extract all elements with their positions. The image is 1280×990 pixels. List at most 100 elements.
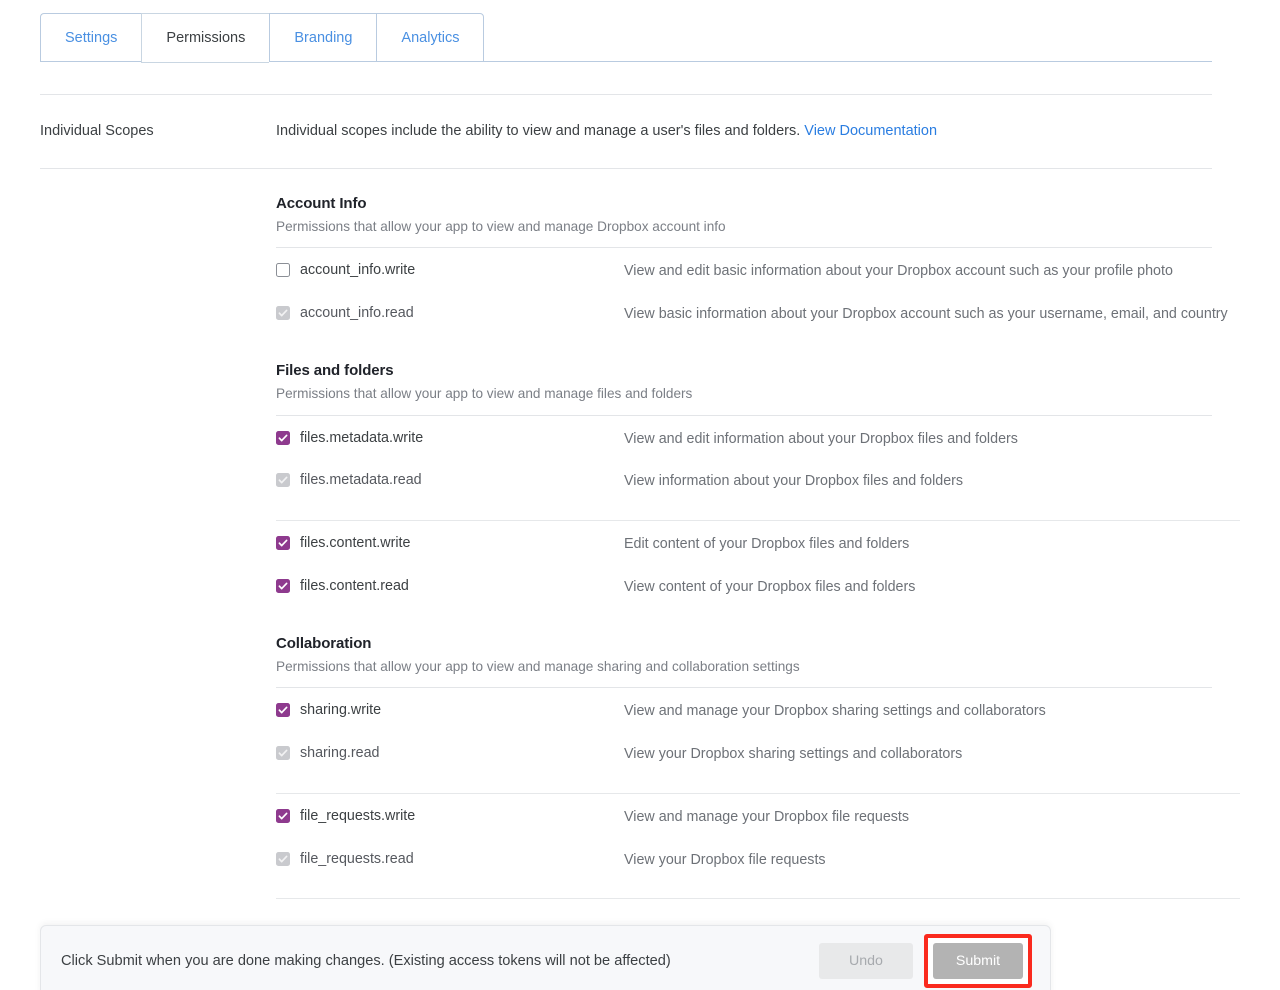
scope-section: Files and folders Permissions that allow … xyxy=(276,336,1240,609)
tab-settings[interactable]: Settings xyxy=(40,13,142,62)
scope-section-subtitle: Permissions that allow your app to view … xyxy=(276,386,693,402)
scope-section-subtitle: Permissions that allow your app to view … xyxy=(276,219,726,235)
scope-item: file_requests.read View your Dropbox file… xyxy=(276,836,1240,883)
scope-section: Collaboration Permissions that allow your… xyxy=(276,609,1240,900)
scope-description: Edit content of your Dropbox files and f… xyxy=(624,535,910,552)
scope-checkbox-wrapper xyxy=(276,535,290,550)
check-icon xyxy=(278,855,288,863)
submit-button[interactable]: Submit xyxy=(933,943,1023,979)
tab-branding[interactable]: Branding xyxy=(269,13,377,62)
scope-checkbox-checked[interactable] xyxy=(276,535,290,550)
scope-checkbox-wrapper xyxy=(276,263,290,278)
check-icon xyxy=(278,309,288,317)
scope-description: View your Dropbox file requests xyxy=(624,851,826,868)
scope-name: files.content.write xyxy=(300,534,411,551)
tab-settings-label: Settings xyxy=(65,29,118,46)
scope-description: View content of your Dropbox files and f… xyxy=(624,578,916,595)
tab-analytics[interactable]: Analytics xyxy=(376,13,485,62)
scope-item: files.metadata.read View information abou… xyxy=(276,457,1240,504)
check-icon xyxy=(278,749,288,757)
submit-button-annotation: Submit xyxy=(924,934,1032,988)
scope-description: View and manage your Dropbox file reques… xyxy=(624,808,910,825)
scope-description: View and edit basic information about yo… xyxy=(624,263,1173,280)
scope-checkbox-unchecked[interactable] xyxy=(276,263,290,278)
scope-group: file_requests.write View and manage your … xyxy=(276,794,1240,882)
scope-checkbox-wrapper xyxy=(276,305,290,320)
scope-description: View basic information about your Dropbo… xyxy=(624,305,1228,322)
tab-permissions[interactable]: Permissions xyxy=(141,13,270,63)
scope-name: sharing.read xyxy=(300,745,380,762)
tab-branding-label: Branding xyxy=(294,29,353,46)
scope-checkbox-wrapper xyxy=(276,851,290,866)
scope-item: files.content.write Edit content of your … xyxy=(276,521,1240,563)
scope-description: View information about your Dropbox file… xyxy=(624,473,964,490)
check-icon xyxy=(278,434,288,441)
scope-name: account_info.read xyxy=(300,304,414,321)
view-documentation-link[interactable]: View Documentation xyxy=(804,123,937,139)
scope-group: files.metadata.write View and edit inform… xyxy=(276,416,1240,521)
scope-section-title: Files and folders xyxy=(276,362,394,380)
tab-analytics-label: Analytics xyxy=(401,29,460,46)
scope-item: account_info.read View basic information … xyxy=(276,290,1240,337)
scope-name: files.metadata.write xyxy=(300,429,424,446)
check-icon xyxy=(278,582,288,590)
undo-button[interactable]: Undo xyxy=(819,943,913,979)
scope-name: file_requests.read xyxy=(300,850,414,867)
scope-sections: Account Info Permissions that allow your … xyxy=(0,169,1280,900)
scope-description: View and edit information about your Dro… xyxy=(624,430,1018,447)
scope-checkbox-checked[interactable] xyxy=(276,808,290,823)
scope-section-header: Collaboration Permissions that allow your… xyxy=(276,609,1240,689)
scope-checkbox-disabled xyxy=(276,473,290,488)
scope-section-header: Files and folders Permissions that allow … xyxy=(276,336,1240,416)
scope-group-divider xyxy=(276,898,1240,900)
check-icon xyxy=(278,706,288,714)
content-area: Individual Scopes Individual scopes incl… xyxy=(0,62,1280,900)
scope-checkbox-wrapper xyxy=(276,473,290,488)
tab-permissions-label: Permissions xyxy=(166,30,246,46)
scope-section-title: Collaboration xyxy=(276,635,372,653)
scope-checkbox-wrapper xyxy=(276,808,290,823)
tab-bar: Settings Permissions Branding Analytics xyxy=(0,0,1280,63)
scope-group: sharing.write View and manage your Dropbo… xyxy=(276,688,1240,794)
scope-group: files.content.write Edit content of your … xyxy=(276,521,1240,609)
scope-item: sharing.read View your Dropbox sharing se… xyxy=(276,730,1240,777)
scope-item: files.metadata.write View and edit inform… xyxy=(276,416,1240,458)
scope-name: files.metadata.read xyxy=(300,472,422,489)
scope-checkbox-wrapper xyxy=(276,578,290,593)
scope-section-title: Account Info xyxy=(276,195,367,213)
scope-checkbox-disabled xyxy=(276,305,290,320)
scope-section: Account Info Permissions that allow your … xyxy=(276,169,1240,336)
scope-checkbox-disabled xyxy=(276,746,290,761)
scope-section-subtitle: Permissions that allow your app to view … xyxy=(276,659,800,675)
scope-item: file_requests.write View and manage your … xyxy=(276,794,1240,836)
individual-scopes-description: Individual scopes include the ability to… xyxy=(276,95,1240,168)
scope-checkbox-disabled xyxy=(276,851,290,866)
scope-checkbox-checked[interactable] xyxy=(276,430,290,445)
bottom-action-bar: Click Submit when you are done making ch… xyxy=(40,925,1051,990)
scope-checkbox-checked[interactable] xyxy=(276,703,290,718)
scope-name: file_requests.write xyxy=(300,807,416,824)
individual-scopes-row: Individual Scopes Individual scopes incl… xyxy=(0,95,1280,168)
scope-item: account_info.write View and edit basic in… xyxy=(276,248,1240,290)
scope-checkbox-wrapper xyxy=(276,746,290,761)
scope-checkbox-wrapper xyxy=(276,430,290,445)
tab-list: Settings Permissions Branding Analytics xyxy=(40,13,485,63)
check-icon xyxy=(278,539,288,547)
scope-name: account_info.write xyxy=(300,262,416,279)
check-icon xyxy=(278,476,288,484)
check-icon xyxy=(278,812,288,820)
scope-item: files.content.read View content of your D… xyxy=(276,563,1240,610)
individual-scopes-label: Individual Scopes xyxy=(40,123,154,139)
scope-name: sharing.write xyxy=(300,702,382,719)
scope-checkbox-checked[interactable] xyxy=(276,578,290,593)
individual-scopes-description-text: Individual scopes include the ability to… xyxy=(276,123,801,139)
scope-name: files.content.read xyxy=(300,577,409,594)
scope-checkbox-wrapper xyxy=(276,703,290,718)
scope-description: View and manage your Dropbox sharing set… xyxy=(624,703,1046,720)
scope-description: View your Dropbox sharing settings and c… xyxy=(624,746,963,763)
scope-item: sharing.write View and manage your Dropbo… xyxy=(276,688,1240,730)
permissions-page: Settings Permissions Branding Analytics … xyxy=(0,0,1280,990)
scope-section-header: Account Info Permissions that allow your … xyxy=(276,169,1240,249)
bottom-bar-message: Click Submit when you are done making ch… xyxy=(61,952,671,969)
scope-group: account_info.write View and edit basic in… xyxy=(276,248,1240,336)
